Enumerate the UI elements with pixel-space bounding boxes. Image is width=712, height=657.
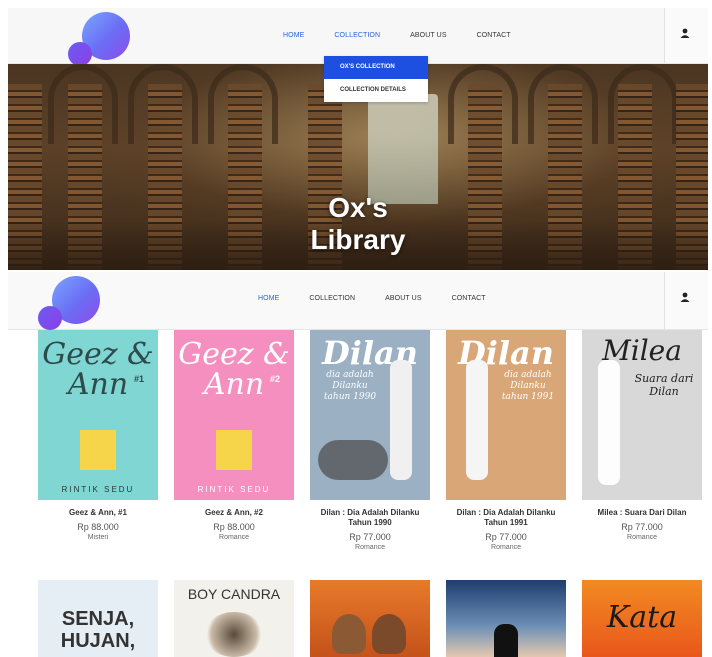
- dropdown-ox-collection[interactable]: OX'S COLLECTION: [324, 56, 428, 79]
- hero-title: Ox's Library: [8, 192, 708, 256]
- book-card[interactable]: Milea Suara dari Dilan Milea : Suara Dar…: [582, 330, 702, 541]
- nav-menu: HOME COLLECTION ABOUT US CONTACT: [258, 295, 516, 302]
- book-category: Romance: [491, 544, 521, 551]
- nav-contact[interactable]: CONTACT: [452, 295, 486, 302]
- nav-collection[interactable]: COLLECTION: [334, 32, 380, 39]
- hero-title-line2: Library: [310, 224, 406, 255]
- book-price: Rp 77.000: [485, 532, 527, 542]
- book-card[interactable]: Dilan dia adalah Dilanku tahun 1991 Dila…: [446, 330, 566, 551]
- nav-collection[interactable]: COLLECTION: [309, 295, 355, 302]
- book-cover[interactable]: [310, 580, 430, 657]
- book-price: Rp 77.000: [349, 532, 391, 542]
- library-logo[interactable]: [38, 274, 100, 330]
- collection-dropdown: OX'S COLLECTION COLLECTION DETAILS: [324, 56, 428, 102]
- book-cover[interactable]: [446, 580, 566, 657]
- library-logo[interactable]: [68, 10, 130, 66]
- book-title: Milea : Suara Dari Dilan: [597, 508, 687, 517]
- book-cover[interactable]: Dilan dia adalah Dilanku tahun 1990: [310, 330, 430, 500]
- book-cover[interactable]: BOY CANDRA: [174, 580, 294, 657]
- book-cover[interactable]: SENJA, HUJAN,: [38, 580, 158, 657]
- book-category: Romance: [219, 534, 249, 541]
- dropdown-collection-details[interactable]: COLLECTION DETAILS: [324, 79, 428, 102]
- book-cover[interactable]: Kata: [582, 580, 702, 657]
- book-card[interactable]: Dilan dia adalah Dilanku tahun 1990 Dila…: [310, 330, 430, 551]
- user-button[interactable]: [664, 272, 708, 329]
- user-button[interactable]: [664, 8, 708, 63]
- book-price: Rp 77.000: [621, 522, 663, 532]
- book-card[interactable]: Geez & Ann #2 RINTIK SEDU Geez & Ann, #2…: [174, 330, 294, 541]
- book-price: Rp 88.000: [77, 522, 119, 532]
- book-category: Misteri: [87, 534, 109, 541]
- nav-menu: HOME COLLECTION ABOUT US CONTACT: [283, 32, 541, 39]
- book-cover[interactable]: Geez & Ann #2 RINTIK SEDU: [174, 330, 294, 500]
- book-card[interactable]: Geez & Ann #1 RINTIK SEDU Geez & Ann, #1…: [38, 330, 158, 541]
- nav-about-us[interactable]: ABOUT US: [385, 295, 421, 302]
- book-title: Dilan : Dia Adalah Dilanku Tahun 1990: [320, 508, 420, 527]
- book-title: Geez & Ann, #1: [69, 508, 127, 517]
- hero-title-line1: Ox's: [328, 192, 388, 223]
- nav-home[interactable]: HOME: [258, 295, 279, 302]
- book-category: Romance: [627, 534, 657, 541]
- nav-contact[interactable]: CONTACT: [477, 32, 511, 39]
- book-category: Romance: [355, 544, 385, 551]
- book-cover[interactable]: Dilan dia adalah Dilanku tahun 1991: [446, 330, 566, 500]
- book-cover[interactable]: Milea Suara dari Dilan: [582, 330, 702, 500]
- book-cover[interactable]: Geez & Ann #1 RINTIK SEDU: [38, 330, 158, 500]
- user-icon: [680, 28, 690, 38]
- book-title: Dilan : Dia Adalah Dilanku Tahun 1991: [456, 508, 556, 527]
- user-icon: [680, 292, 690, 302]
- book-price: Rp 88.000: [213, 522, 255, 532]
- nav-about-us[interactable]: ABOUT US: [410, 32, 446, 39]
- book-title: Geez & Ann, #2: [205, 508, 263, 517]
- collection-navbar: HOME COLLECTION ABOUT US CONTACT: [8, 272, 708, 330]
- nav-home[interactable]: HOME: [283, 32, 304, 39]
